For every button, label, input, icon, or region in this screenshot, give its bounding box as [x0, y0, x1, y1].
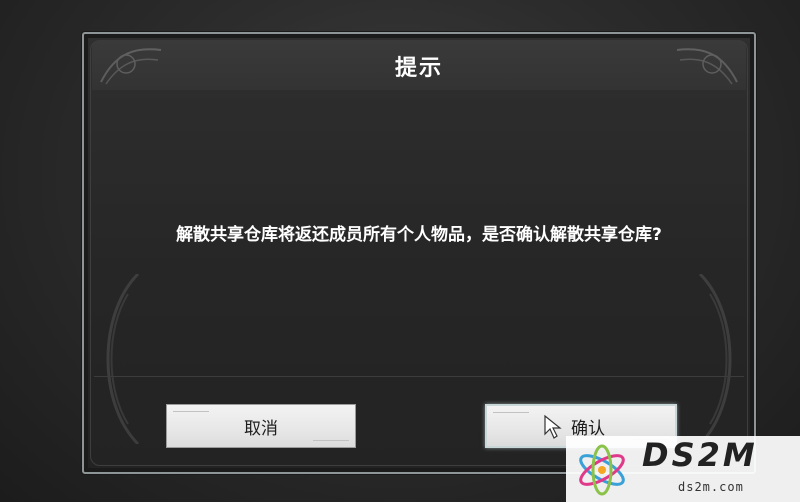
confirm-button-label: 确认	[571, 418, 605, 439]
side-ornament-right-icon	[698, 274, 732, 444]
dialog-header: 提示	[92, 40, 746, 90]
button-deco-line	[173, 411, 209, 412]
dialog-message: 解散共享仓库将返还成员所有个人物品，是否确认解散共享仓库?	[176, 225, 662, 245]
dialog-inner-frame	[90, 40, 748, 466]
button-divider	[94, 376, 744, 377]
watermark-brand: DS2M	[642, 436, 758, 474]
button-deco-line	[493, 412, 529, 413]
confirm-dialog: 提示 解散共享仓库将返还成员所有个人物品，是否确认解散共享仓库? 取消 确认	[82, 32, 756, 474]
atom-logo-icon	[579, 444, 625, 496]
pointer-cursor-icon	[544, 414, 562, 439]
cancel-button[interactable]: 取消	[166, 404, 356, 448]
button-deco-line	[313, 440, 349, 441]
dialog-title: 提示	[394, 56, 443, 81]
cancel-button-label: 取消	[244, 418, 278, 439]
watermark: DS2M ds2m.com	[566, 436, 800, 502]
watermark-domain: ds2m.com	[678, 480, 744, 494]
side-ornament-left-icon	[106, 274, 140, 444]
